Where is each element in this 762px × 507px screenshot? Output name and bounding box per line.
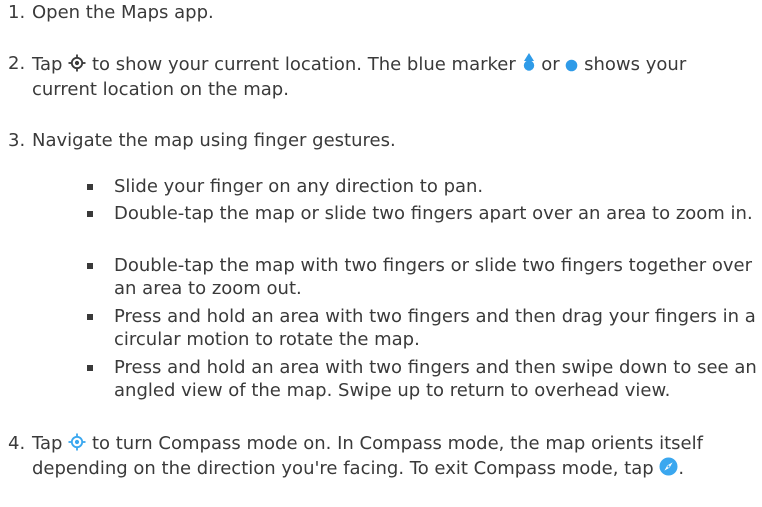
- step-text-part: or: [541, 54, 560, 75]
- step-text: Open the Maps app.: [32, 2, 214, 23]
- bullet-marker: [87, 314, 93, 320]
- compass-exit-icon: [659, 457, 678, 482]
- step-text: Tap to show your current location. The b…: [32, 52, 737, 101]
- step-number: 4.: [8, 433, 26, 454]
- step-text-part: Tap: [32, 54, 63, 75]
- bullet-marker: [87, 365, 93, 371]
- step-number: 3.: [8, 130, 26, 151]
- bullet-marker: [87, 184, 93, 190]
- bullet-text: Slide your finger on any direction to pa…: [114, 176, 484, 197]
- step-text: Navigate the map using finger gestures.: [32, 130, 396, 151]
- bullet-text: Press and hold an area with two fingers …: [114, 357, 757, 401]
- step-text-part: .: [678, 458, 685, 479]
- step-number: 1.: [8, 2, 26, 23]
- bullet-marker: [87, 263, 93, 269]
- step-text-part: to turn Compass mode on. In Compass mode…: [32, 433, 703, 479]
- bullet-text: Double-tap the map with two fingers or s…: [114, 255, 753, 299]
- bullet-text: Press and hold an area with two fingers …: [114, 306, 756, 350]
- step-number: 2.: [8, 53, 26, 74]
- step-text-part: to show your current location. The blue …: [91, 54, 516, 75]
- instructions-page: 1. Open the Maps app. 2. Tap to show you…: [0, 0, 762, 507]
- bullet-marker: [87, 211, 93, 217]
- step-text-part: Tap: [32, 433, 63, 454]
- location-arrow-marker-icon: [522, 52, 536, 78]
- step-text: Tap to turn Compass mode on. In Compass …: [32, 432, 737, 482]
- compass-mode-icon: [68, 433, 86, 457]
- location-dot-marker-icon: [565, 55, 578, 78]
- bullet-text: Double-tap the map or slide two fingers …: [114, 203, 753, 224]
- locate-icon: [68, 54, 86, 78]
